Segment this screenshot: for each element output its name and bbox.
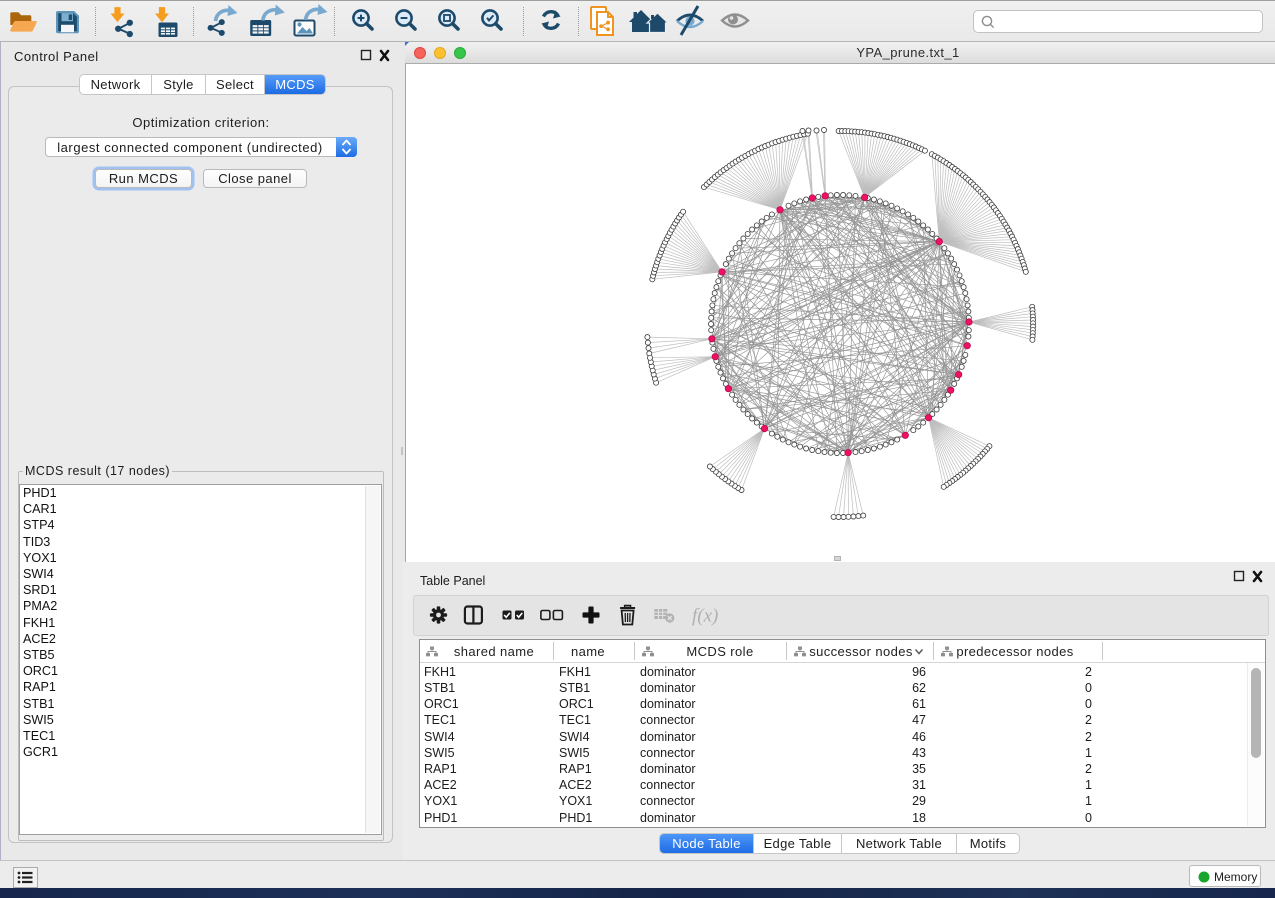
svg-text:f(x): f(x) bbox=[692, 606, 718, 627]
